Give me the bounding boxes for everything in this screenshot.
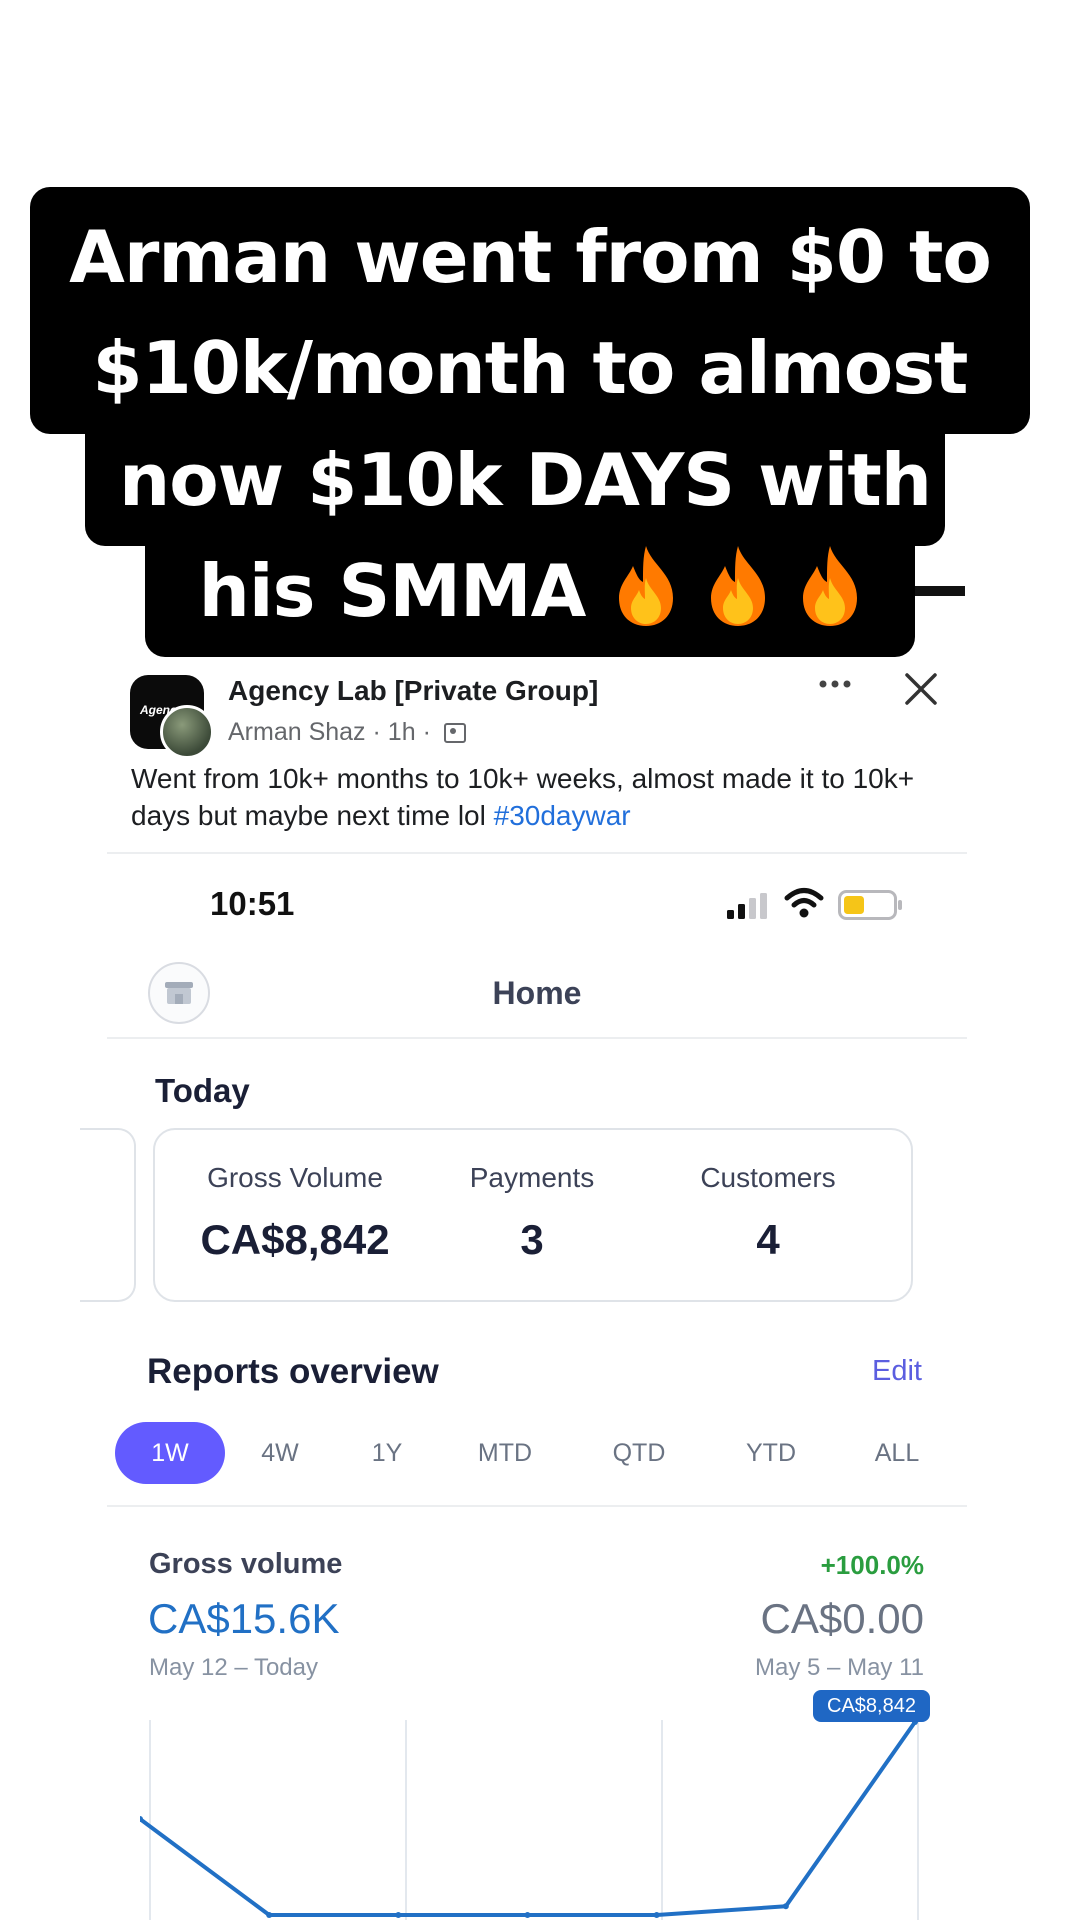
post-text: Went from 10k+ months to 10k+ weeks, alm… bbox=[131, 760, 951, 834]
post-time[interactable]: 1h bbox=[388, 718, 416, 746]
customers-metric: Customers 4 bbox=[648, 1162, 888, 1264]
tabs-divider bbox=[107, 1505, 967, 1507]
payments-metric: Payments 3 bbox=[412, 1162, 652, 1264]
chart-point bbox=[266, 1912, 273, 1918]
metric-value: 4 bbox=[756, 1216, 780, 1263]
post-meta: Arman Shaz · 1h · bbox=[228, 718, 466, 747]
background-header-fragment bbox=[915, 586, 965, 596]
gross-volume-previous-value: CA$0.00 bbox=[760, 1595, 924, 1642]
page-title: Home bbox=[492, 975, 582, 1011]
instagram-story: Agency Agency Lab [Private Group] Arman … bbox=[0, 0, 1080, 1920]
reports-overview-heading: Reports overview bbox=[147, 1352, 439, 1391]
gross-volume-change: +100.0% bbox=[820, 1550, 924, 1580]
hashtag-link[interactable]: #30daywar bbox=[494, 800, 631, 831]
store-account-button[interactable] bbox=[148, 962, 210, 1024]
tab-qtd[interactable]: QTD bbox=[599, 1422, 679, 1484]
gross-volume-chart[interactable]: CA$0.00CA$8,842 bbox=[137, 1690, 930, 1920]
gross-volume-range: May 12 – Today bbox=[149, 1654, 318, 1681]
caption-text: his SMMA bbox=[198, 549, 587, 633]
header-divider bbox=[107, 1037, 967, 1039]
gross-volume-title: Gross volume bbox=[149, 1548, 343, 1580]
close-icon bbox=[905, 673, 937, 705]
group-audience-icon bbox=[443, 723, 466, 743]
gross-volume-previous-range: May 5 – May 11 bbox=[755, 1654, 924, 1681]
caption-line-with-emoji: his SMMA bbox=[145, 536, 915, 646]
fire-icon bbox=[799, 544, 861, 628]
metric-value: CA$8,842 bbox=[200, 1216, 390, 1263]
chart-point bbox=[524, 1912, 531, 1918]
post-divider bbox=[107, 852, 967, 854]
chart-point bbox=[395, 1912, 402, 1918]
group-name[interactable]: Agency Lab [Private Group] bbox=[228, 675, 598, 707]
tab-1w[interactable]: 1W bbox=[115, 1422, 225, 1484]
battery-icon bbox=[838, 890, 902, 920]
tab-all[interactable]: ALL bbox=[857, 1422, 937, 1484]
fire-icon bbox=[615, 544, 677, 628]
edit-reports-link[interactable]: Edit bbox=[872, 1355, 922, 1388]
author-name[interactable]: Arman Shaz bbox=[228, 718, 366, 746]
today-heading: Today bbox=[155, 1072, 250, 1109]
author-avatar[interactable] bbox=[160, 705, 214, 759]
metric-label: Customers bbox=[700, 1162, 836, 1193]
wifi-icon bbox=[784, 888, 824, 918]
metric-value: 3 bbox=[520, 1216, 544, 1263]
chart-point bbox=[653, 1912, 660, 1918]
chart-point bbox=[782, 1903, 789, 1910]
storefront-icon bbox=[165, 982, 193, 1004]
metric-label: Gross Volume bbox=[207, 1162, 383, 1193]
gross-volume-metric: Gross Volume CA$8,842 bbox=[175, 1162, 415, 1264]
tab-1y[interactable]: 1Y bbox=[352, 1422, 422, 1484]
chart-plot bbox=[137, 1719, 919, 1920]
meta-separator: · bbox=[372, 718, 381, 746]
tab-4w[interactable]: 4W bbox=[245, 1422, 315, 1484]
metric-label: Payments bbox=[469, 1162, 595, 1193]
meta-separator: · bbox=[422, 718, 431, 746]
more-options-button[interactable] bbox=[815, 672, 855, 702]
caption-line: now $10k DAYS with bbox=[118, 438, 932, 522]
caption-line: $10k/month to almost bbox=[92, 326, 969, 410]
fire-icon bbox=[707, 544, 769, 628]
chart-data-label: CA$8,842 bbox=[813, 1690, 930, 1722]
cellular-signal-icon bbox=[727, 893, 767, 919]
tab-mtd[interactable]: MTD bbox=[465, 1422, 545, 1484]
close-button[interactable] bbox=[902, 670, 940, 708]
caption-line: Arman went from $0 to bbox=[69, 215, 992, 299]
chart-series-line bbox=[138, 1720, 917, 1917]
previous-summary-card[interactable] bbox=[80, 1128, 136, 1302]
gross-volume-value: CA$15.6K bbox=[148, 1595, 340, 1642]
tab-ytd[interactable]: YTD bbox=[731, 1422, 811, 1484]
status-time: 10:51 bbox=[210, 885, 295, 922]
ellipsis-icon bbox=[819, 680, 851, 688]
